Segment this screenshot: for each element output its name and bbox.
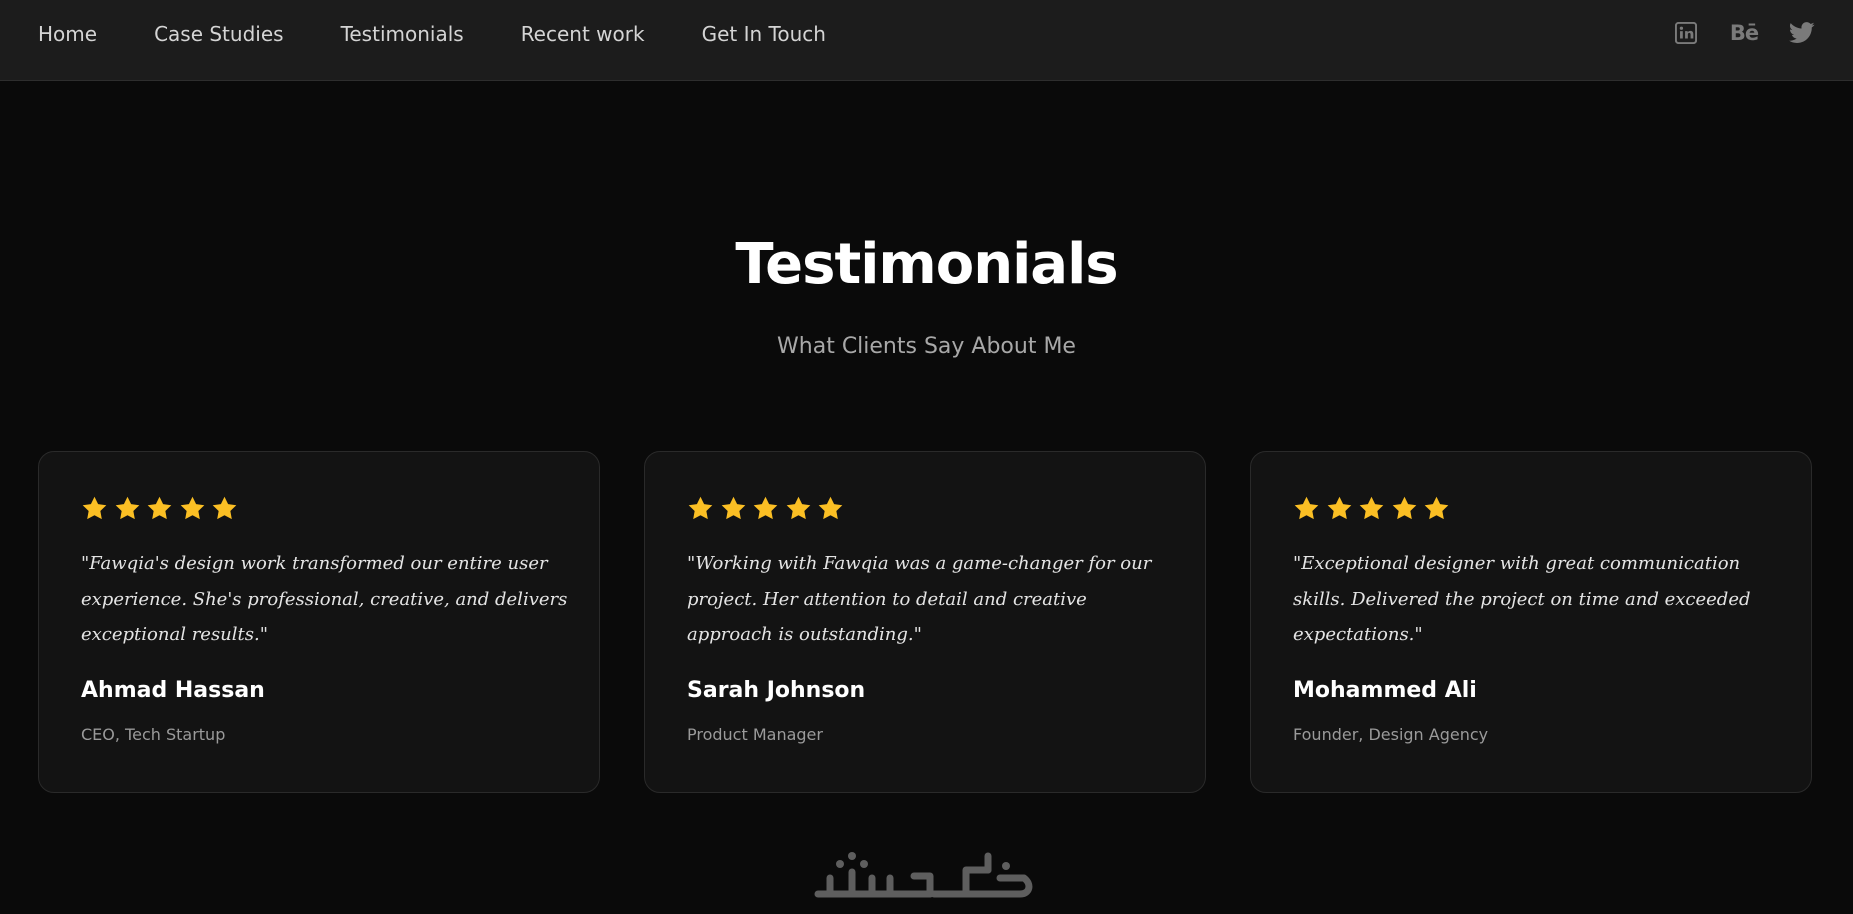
twitter-icon[interactable] xyxy=(1789,20,1815,46)
star-icon xyxy=(721,496,745,519)
testimonial-quote: "Fawqia's design work transformed our en… xyxy=(81,553,568,645)
social-links: Bē xyxy=(1645,0,1815,66)
star-rating xyxy=(81,492,557,524)
nav-link-get-in-touch[interactable]: Get In Touch xyxy=(702,22,826,46)
nav-link-home[interactable]: Home xyxy=(38,22,97,46)
linkedin-icon[interactable] xyxy=(1673,20,1699,46)
nav-link-testimonials[interactable]: Testimonials xyxy=(341,22,464,46)
behance-icon[interactable]: Bē xyxy=(1727,20,1761,46)
testimonial-card: "Working with Fawqia was a game-changer … xyxy=(644,451,1206,793)
star-icon xyxy=(1424,496,1449,519)
testimonial-author-role: CEO, Tech Startup xyxy=(81,725,226,744)
star-icon xyxy=(180,496,204,519)
star-icon xyxy=(1294,496,1319,519)
section-title: Testimonials xyxy=(735,232,1118,297)
star-rating xyxy=(1293,492,1769,524)
testimonial-author-name: Ahmad Hassan xyxy=(81,678,265,703)
nav-link-case-studies[interactable]: Case Studies xyxy=(154,22,284,46)
star-icon xyxy=(786,496,810,519)
star-icon xyxy=(212,496,237,519)
testimonial-author-role: Founder, Design Agency xyxy=(1293,725,1489,744)
testimonial-author-name: Sarah Johnson xyxy=(687,678,866,703)
star-icon xyxy=(147,496,172,519)
testimonial-author-name: Mohammed Ali xyxy=(1293,678,1477,703)
star-icon xyxy=(688,496,713,519)
testimonial-card: "Fawqia's design work transformed our en… xyxy=(38,451,600,793)
testimonial-quote: "Exceptional designer with great communi… xyxy=(1293,553,1751,645)
star-icon xyxy=(115,496,139,519)
testimonial-author-role: Product Manager xyxy=(687,725,823,744)
star-icon xyxy=(1327,496,1351,519)
testimonial-quote: "Working with Fawqia was a game-changer … xyxy=(687,553,1152,645)
section-subtitle: What Clients Say About Me xyxy=(777,334,1076,359)
nav-links: Home Case Studies Testimonials Recent wo… xyxy=(38,0,883,68)
top-navbar: Home Case Studies Testimonials Recent wo… xyxy=(0,0,1853,81)
testimonial-card: "Exceptional designer with great communi… xyxy=(1250,451,1812,793)
nav-link-recent-work[interactable]: Recent work xyxy=(521,22,645,46)
star-icon xyxy=(818,496,843,519)
star-icon xyxy=(1359,496,1384,519)
star-icon xyxy=(753,496,778,519)
star-icon xyxy=(82,496,107,519)
khamsat-logo[interactable] xyxy=(810,848,1040,908)
star-rating xyxy=(687,492,1163,524)
star-icon xyxy=(1392,496,1416,519)
